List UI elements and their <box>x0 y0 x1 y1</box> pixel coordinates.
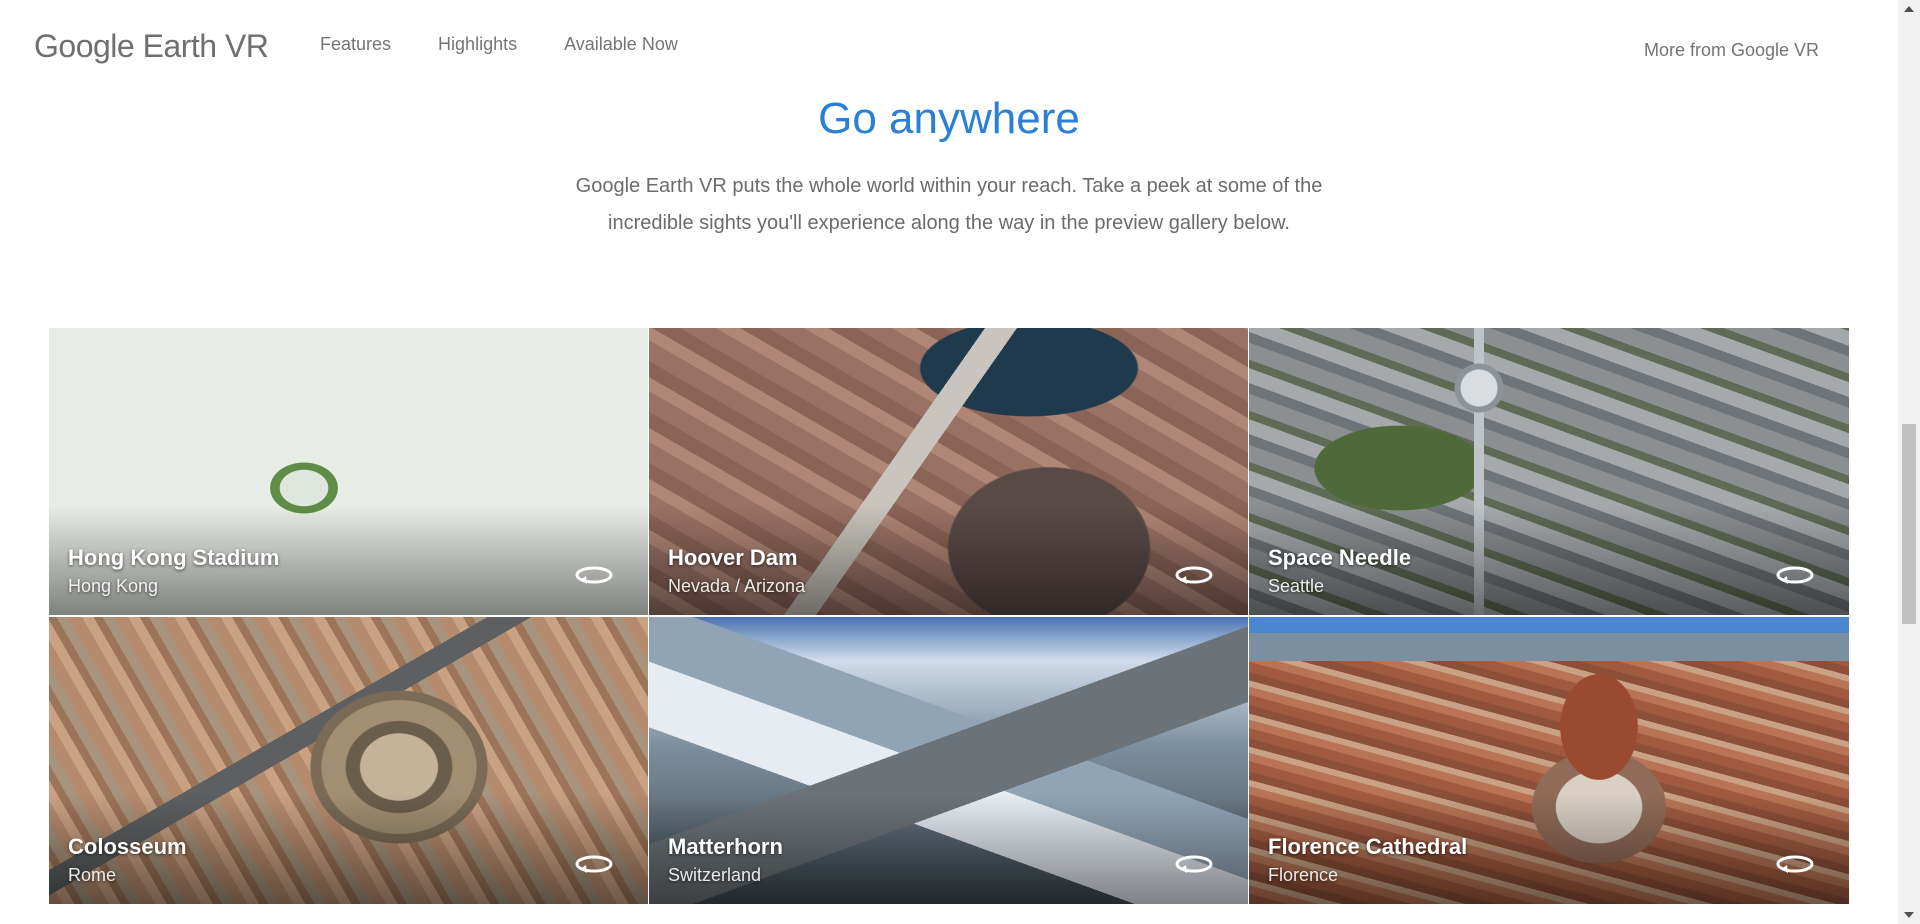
rotate-360-icon[interactable] <box>574 852 614 878</box>
more-from-google-vr-link[interactable]: More from Google VR <box>1644 40 1819 61</box>
gallery-tile-hong-kong-stadium[interactable]: Hong Kong Stadium Hong Kong <box>49 328 648 615</box>
subtitle-line-2: incredible sights you'll experience alon… <box>608 212 1290 234</box>
tile-location: Florence <box>1268 865 1339 885</box>
scroll-down-arrow-icon[interactable] <box>1898 906 1920 924</box>
section-title: Go anywhere <box>818 94 1080 143</box>
tile-title: Space Needle <box>1268 545 1412 570</box>
gallery-tile-space-needle[interactable]: Space Needle Seattle <box>1249 328 1849 615</box>
tile-location: Hong Kong <box>68 576 159 596</box>
rotate-360-icon[interactable] <box>1775 563 1815 589</box>
tile-location: Rome <box>68 865 117 885</box>
nav-highlights[interactable]: Highlights <box>438 34 517 55</box>
tile-title: Hoover Dam <box>668 545 798 570</box>
rotate-360-icon[interactable] <box>1174 563 1214 589</box>
scroll-up-arrow-icon[interactable] <box>1898 0 1920 18</box>
section-subtitle: Google Earth VR puts the whole world wit… <box>549 168 1349 242</box>
gallery-tile-matterhorn[interactable]: Matterhorn Switzerland <box>649 617 1248 904</box>
gallery-tile-florence-cathedral[interactable]: Florence Cathedral Florence <box>1249 617 1849 904</box>
scrollbar-thumb[interactable] <box>1902 424 1916 624</box>
nav-features[interactable]: Features <box>320 34 391 55</box>
tile-title: Matterhorn <box>668 834 783 859</box>
rotate-360-icon[interactable] <box>574 563 614 589</box>
subtitle-line-1: Google Earth VR puts the whole world wit… <box>575 175 1323 197</box>
tile-location: Seattle <box>1268 576 1325 596</box>
rotate-360-icon[interactable] <box>1775 852 1815 878</box>
tile-location: Switzerland <box>668 865 762 885</box>
rotate-360-icon[interactable] <box>1174 852 1214 878</box>
gallery-tile-colosseum[interactable]: Colosseum Rome <box>49 617 648 904</box>
tile-location: Nevada / Arizona <box>668 576 806 596</box>
main-nav: Features Highlights Available Now <box>320 34 678 55</box>
google-earth-vr-logo[interactable]: Google Earth VR <box>34 28 269 65</box>
tile-title: Hong Kong Stadium <box>68 545 280 570</box>
tile-title: Colosseum <box>68 834 187 859</box>
site-header: Google Earth VR Features Highlights Avai… <box>0 0 1898 90</box>
nav-available-now[interactable]: Available Now <box>564 34 678 55</box>
vertical-scrollbar[interactable] <box>1898 0 1920 924</box>
gallery-tile-hoover-dam[interactable]: Hoover Dam Nevada / Arizona <box>649 328 1248 615</box>
tile-title: Florence Cathedral <box>1268 834 1468 859</box>
preview-gallery: Hong Kong Stadium Hong Kong Hoover Dam N… <box>49 328 1849 904</box>
